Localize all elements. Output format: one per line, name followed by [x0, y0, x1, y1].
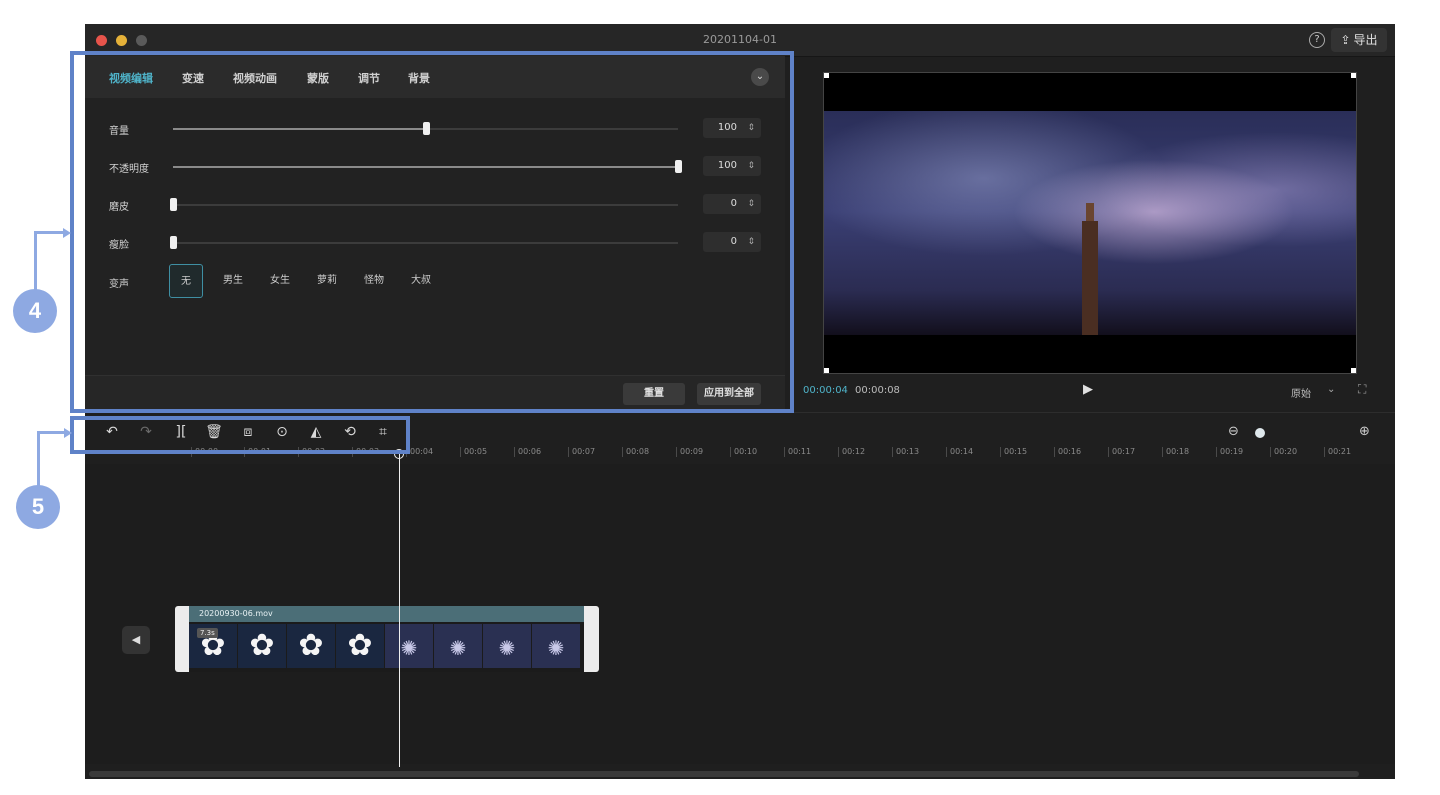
horizontal-scrollbar[interactable]	[89, 771, 1359, 777]
ruler-tick: 00:04	[406, 447, 433, 457]
ruler-tick: 00:06	[514, 447, 541, 457]
crop-corner[interactable]	[824, 368, 829, 373]
fireworks-icon: ✺	[547, 636, 565, 660]
flower-icon: ✿	[347, 628, 373, 663]
callout-4-frame	[70, 51, 794, 413]
video-clip[interactable]: 20200930-06.mov 7.3s ✿ ✿ ✿ ✿ ✺ ✺ ✺ ✺	[175, 606, 599, 672]
ruler-tick: 00:13	[892, 447, 919, 457]
clip-thumbnail: ✿	[238, 624, 286, 668]
zoom-in-icon[interactable]: ⊕	[1359, 424, 1370, 439]
clip-thumbnail: ✺	[434, 624, 482, 668]
callout-4-connector	[34, 231, 64, 234]
zoom-slider-thumb[interactable]	[1255, 428, 1265, 438]
crop-corner[interactable]	[1351, 368, 1356, 373]
fireworks-icon: ✺	[400, 636, 418, 660]
share-icon: ⇪	[1340, 33, 1351, 47]
callout-5-frame	[70, 416, 410, 454]
clip-body: 20200930-06.mov 7.3s ✿ ✿ ✿ ✿ ✺ ✺ ✺ ✺	[189, 606, 584, 672]
callout-5-connector	[37, 431, 40, 487]
video-preview	[824, 111, 1356, 335]
window-title: 20201104-01	[703, 33, 777, 46]
ruler-tick: 00:08	[622, 447, 649, 457]
ruler-tick: 00:16	[1054, 447, 1081, 457]
zoom-out-icon[interactable]: ⊖	[1228, 424, 1239, 439]
video-player[interactable]	[823, 72, 1357, 374]
track-audio-icon[interactable]: ◀	[122, 626, 150, 654]
ruler-tick: 00:14	[946, 447, 973, 457]
help-icon[interactable]: ?	[1309, 32, 1325, 48]
current-time: 00:00:04	[803, 385, 848, 396]
export-label: 导出	[1353, 33, 1378, 47]
fullscreen-icon[interactable]: ⛶	[1358, 382, 1366, 397]
fireworks-icon: ✺	[498, 636, 516, 660]
callout-5-badge: 5	[16, 485, 60, 529]
ruler-tick: 00:09	[676, 447, 703, 457]
ruler-tick: 00:17	[1108, 447, 1135, 457]
clip-thumbnail: ✺	[483, 624, 531, 668]
callout-4-arrow	[63, 228, 71, 238]
ruler-tick: 00:20	[1270, 447, 1297, 457]
callout-5-arrow	[64, 428, 72, 438]
clip-thumbnail: ✿	[287, 624, 335, 668]
ruler-tick: 00:10	[730, 447, 757, 457]
ratio-select[interactable]: 原始	[1291, 385, 1311, 400]
ruler-tick: 00:11	[784, 447, 811, 457]
play-icon[interactable]: ▶	[1083, 382, 1093, 397]
playhead[interactable]	[399, 452, 400, 767]
total-time: 00:00:08	[855, 385, 900, 396]
flower-icon: ✿	[249, 628, 275, 663]
flower-icon: ✿	[298, 628, 324, 663]
fireworks-icon: ✺	[449, 636, 467, 660]
clip-thumbnail: ✿	[336, 624, 384, 668]
clip-duration: 7.3s	[197, 628, 218, 638]
ruler-tick: 00:15	[1000, 447, 1027, 457]
ruler-tick: 00:12	[838, 447, 865, 457]
callout-5-connector	[37, 431, 65, 434]
ruler-tick: 00:05	[460, 447, 487, 457]
chevron-down-icon[interactable]: ⌄	[1327, 384, 1335, 395]
tower-silhouette	[1082, 221, 1098, 335]
callout-4-connector	[34, 231, 37, 291]
crop-corner[interactable]	[824, 73, 829, 78]
clip-thumbnail: ✺	[385, 624, 433, 668]
crop-corner[interactable]	[1351, 73, 1356, 78]
ruler-tick: 00:19	[1216, 447, 1243, 457]
ruler-tick: 00:07	[568, 447, 595, 457]
ruler-tick: 00:18	[1162, 447, 1189, 457]
ruler-tick: 00:21	[1324, 447, 1351, 457]
clip-thumbnail: ✺	[532, 624, 580, 668]
callout-4-badge: 4	[13, 289, 57, 333]
export-button[interactable]: ⇪ 导出	[1331, 28, 1387, 52]
clip-name: 20200930-06.mov	[189, 606, 584, 622]
